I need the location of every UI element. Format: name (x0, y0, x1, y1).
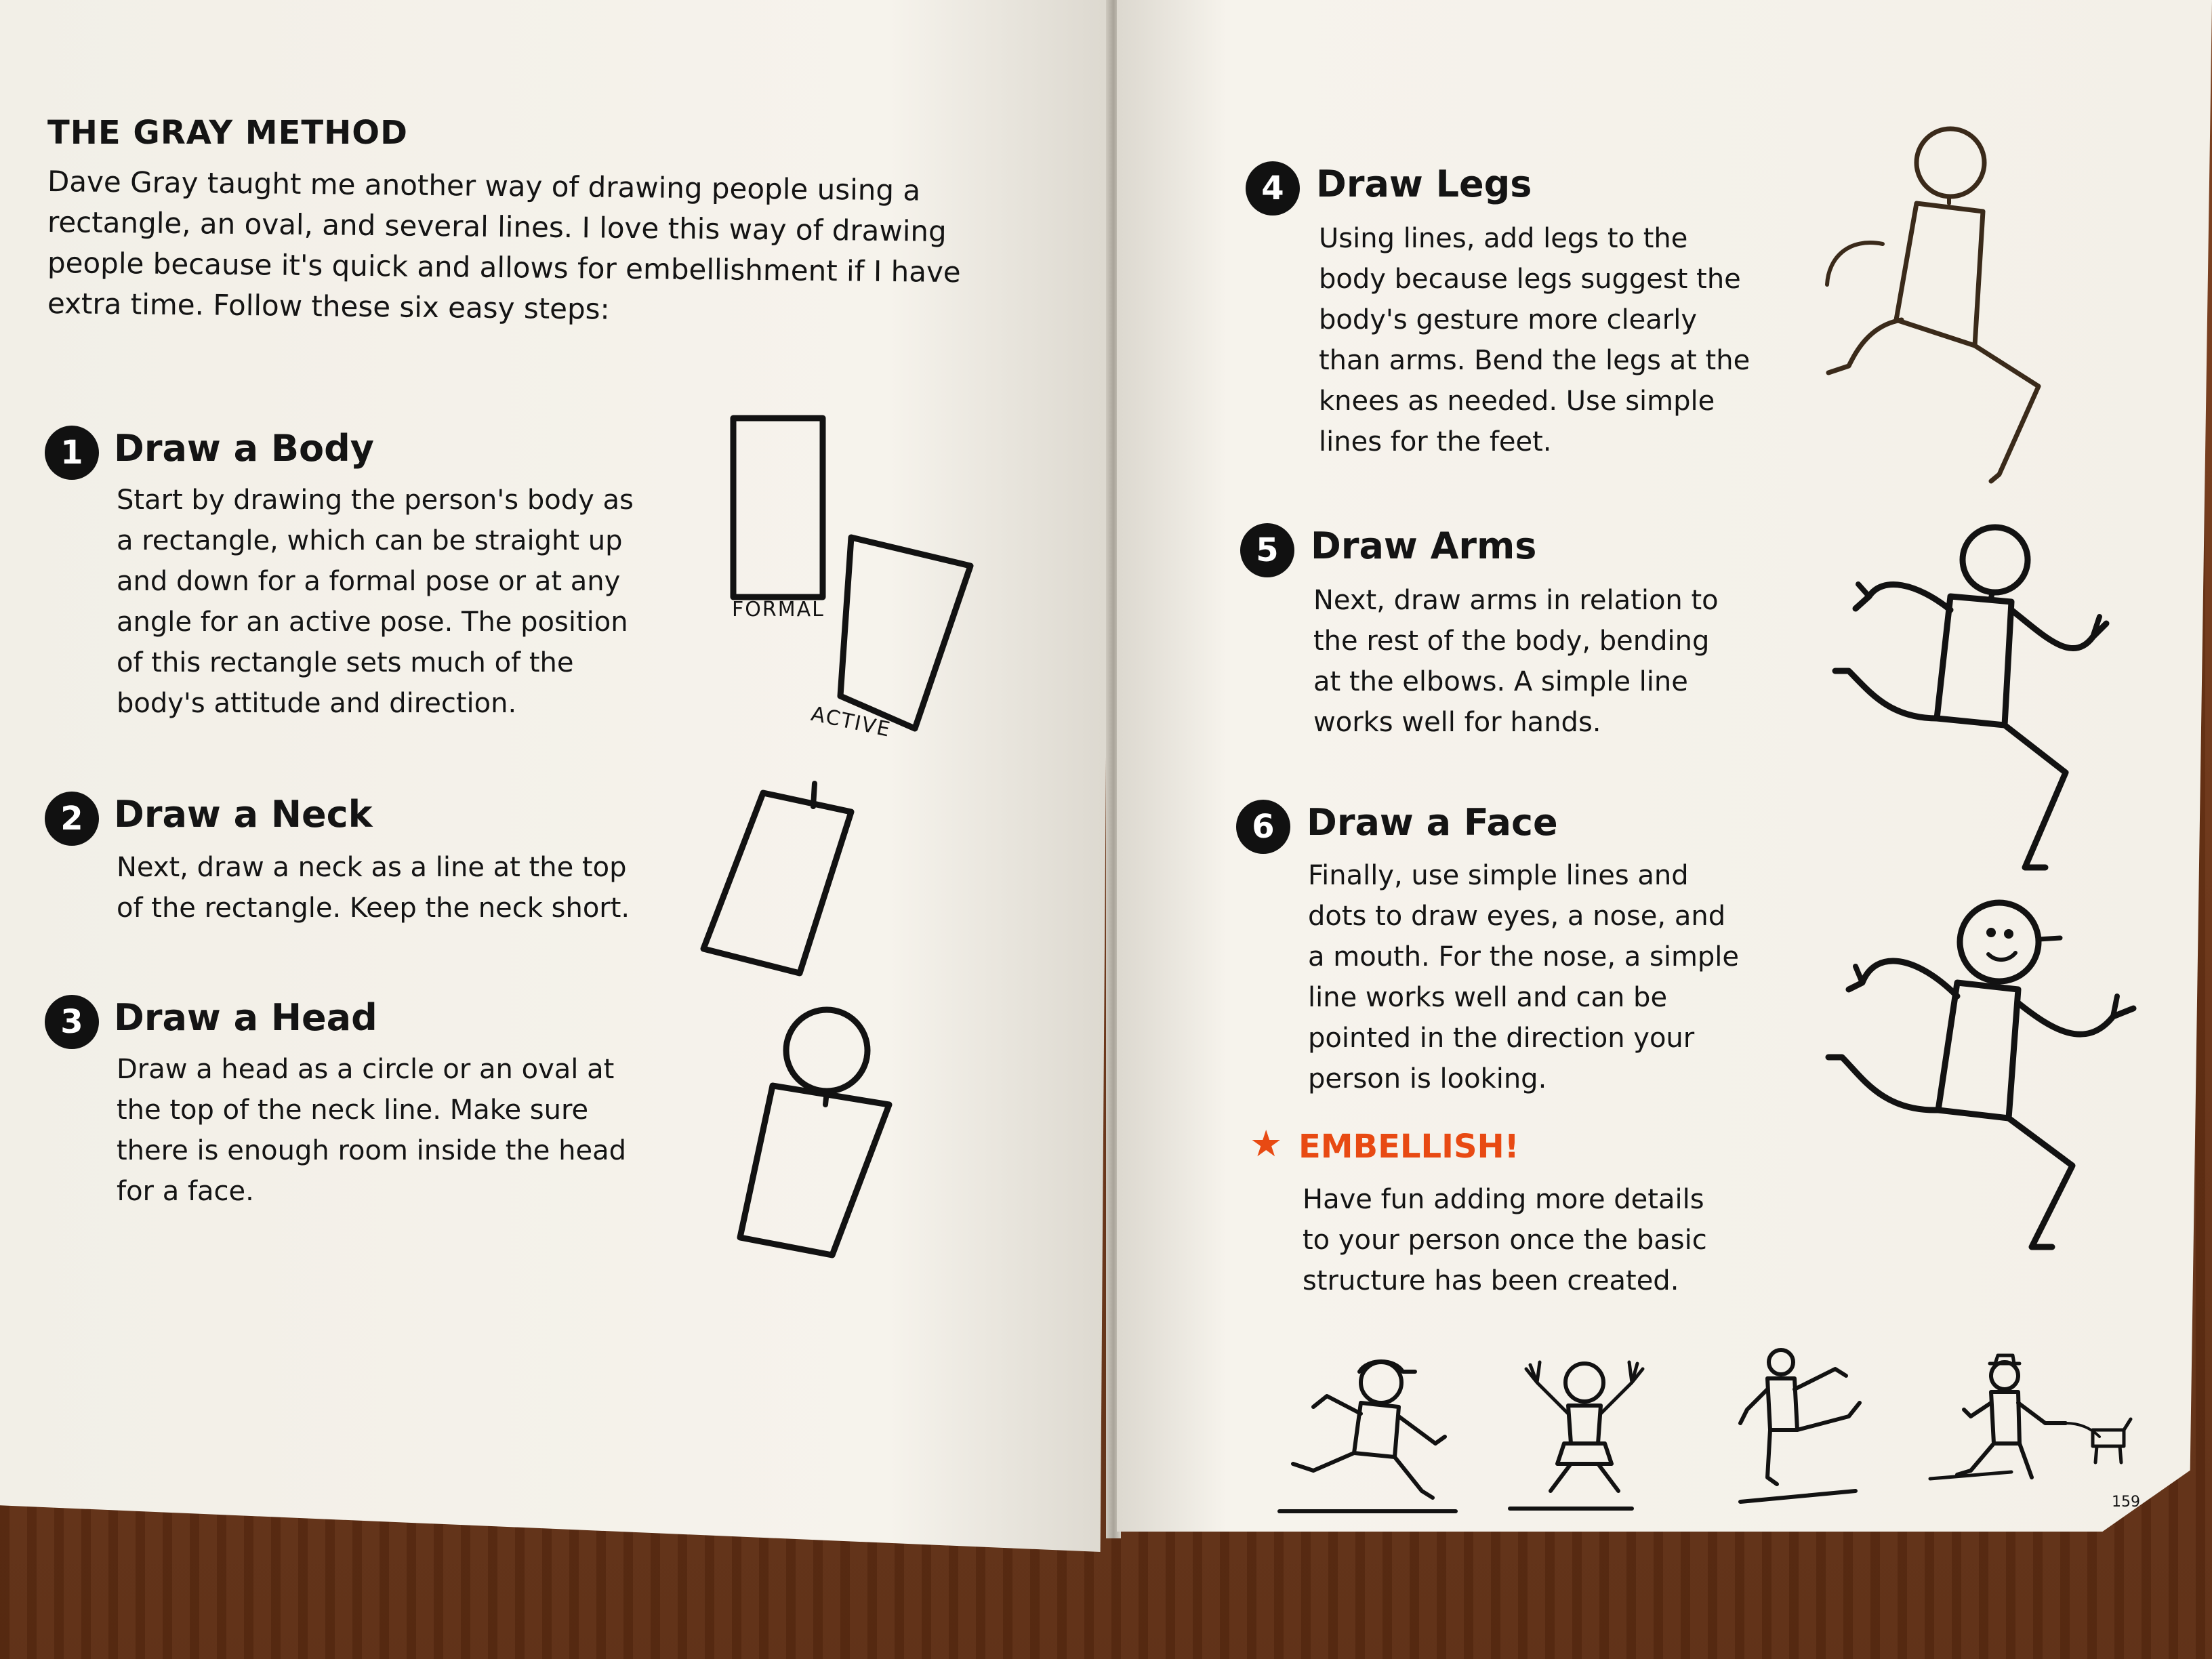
step-text-line: dots to draw eyes, a nose, and (1308, 901, 1726, 932)
step-number-badge: 6 (1236, 800, 1290, 854)
body-rectangle-drawings (730, 415, 974, 732)
step-number-badge: 1 (45, 426, 99, 480)
step-text-line: and down for a formal pose or at any (117, 566, 621, 597)
step-text-line: the rest of the body, bending (1313, 626, 1710, 657)
step-text-line: of the rectangle. Keep the neck short. (117, 893, 630, 924)
formal-rectangle (730, 415, 826, 600)
dog-walker-figure (1928, 1353, 2133, 1481)
star-icon: ★ (1250, 1122, 1283, 1165)
formal-label: FORMAL (732, 598, 825, 621)
embellish-text-line: Have fun adding more details (1303, 1184, 1704, 1215)
step-text-line: body because legs suggest the (1319, 264, 1741, 295)
step-text-line: there is enough room inside the head (117, 1135, 626, 1166)
step-text-line: knees as needed. Use simple (1319, 386, 1715, 417)
step-text-line: body's attitude and direction. (117, 688, 517, 719)
step-text-line: than arms. Bend the legs at the (1319, 345, 1750, 376)
kicking-figure (1738, 1348, 1862, 1504)
legs-figure (1825, 126, 2041, 484)
head-circle (783, 1006, 871, 1094)
left-page: THE GRAY METHOD Dave Gray taught me anot… (0, 0, 1111, 1552)
page-number: 159 (2112, 1494, 2140, 1511)
step-number-badge: 2 (45, 792, 99, 846)
step-text-line: at the elbows. A simple line (1313, 666, 1688, 697)
step-text-line: Next, draw arms in relation to (1313, 585, 1719, 616)
step-text-line: Using lines, add legs to the (1319, 223, 1688, 254)
neck-drawing (700, 781, 855, 977)
face-figure (1825, 899, 2137, 1250)
intro-line: extra time. Follow these six easy steps: (47, 287, 610, 326)
step-title: Draw a Head (114, 996, 377, 1039)
head-drawing (737, 1006, 893, 1258)
dog-icon (2091, 1428, 2126, 1448)
section-title: THE GRAY METHOD (47, 114, 408, 152)
step-title: Draw a Face (1307, 801, 1558, 844)
step-title: Draw Arms (1311, 525, 1537, 567)
step-text-line: Draw a head as a circle or an oval at (117, 1054, 615, 1085)
embellish-text-line: to your person once the basic (1303, 1225, 1707, 1256)
step-number-badge: 5 (1240, 523, 1294, 577)
embellish-text-line: structure has been created. (1303, 1265, 1679, 1296)
step-number-badge: 3 (45, 995, 99, 1049)
step-text-line: for a face. (117, 1176, 254, 1207)
step-text-line: angle for an active pose. The position (117, 607, 628, 638)
step-text-line: a rectangle, which can be straight up (117, 525, 623, 556)
step-text-line: pointed in the direction your (1308, 1023, 1695, 1054)
step-text-line: Finally, use simple lines and (1308, 860, 1689, 891)
step-number-badge: 4 (1246, 161, 1300, 216)
embellish-title: EMBELLISH! (1298, 1128, 1519, 1166)
step-text-line: of this rectangle sets much of the (117, 647, 574, 678)
step-title: Draw a Neck (114, 793, 373, 836)
step-text-line: the top of the neck line. Make sure (117, 1094, 589, 1126)
step-text-line: Next, draw a neck as a line at the top (117, 852, 627, 883)
step-text-line: lines for the feet. (1319, 426, 1552, 457)
arms-figure (1832, 524, 2110, 871)
step-text-line: person is looking. (1308, 1063, 1547, 1094)
cheering-girl-figure (1508, 1360, 1645, 1511)
step-title: Draw Legs (1316, 163, 1532, 205)
running-figure-with-cap (1277, 1359, 1458, 1513)
step-text-line: works well for hands. (1313, 707, 1601, 738)
step-text-line: body's gesture more clearly (1319, 304, 1698, 335)
step-text-line: line works well and can be (1308, 982, 1668, 1013)
neck-line (811, 781, 817, 809)
right-page: 4 Draw Legs Using lines, add legs to the… (1117, 0, 2212, 1532)
step-title: Draw a Body (114, 427, 374, 470)
step-text-line: a mouth. For the nose, a simple (1308, 941, 1740, 972)
step-text-line: Start by drawing the person's body as (117, 485, 634, 516)
active-rectangle (837, 534, 974, 732)
